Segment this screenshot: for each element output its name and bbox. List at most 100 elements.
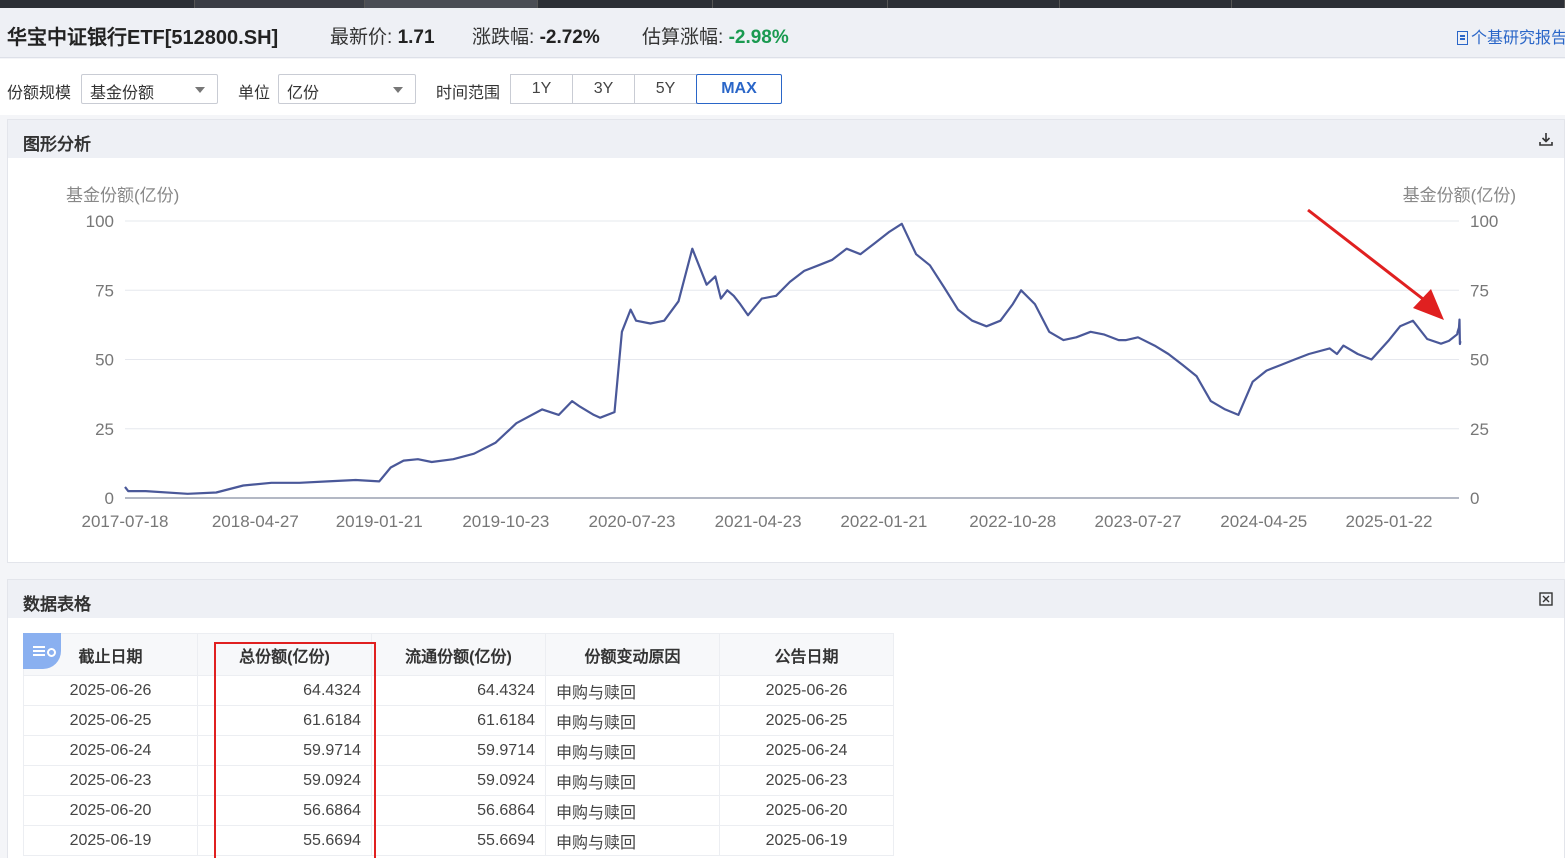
- fund-share-line-chart: 基金份额(亿份) 基金份额(亿份) 0 0 25 25 50 50 75 75 100 100 2…: [66, 186, 1516, 531]
- fund-research-report-link[interactable]: 个基研究报告: [1456, 24, 1565, 48]
- window-tab[interactable]: [538, 0, 713, 8]
- cell-announce-date: 2025-06-24: [719, 735, 894, 766]
- estimated-change: 估算涨幅: -2.98%: [642, 22, 789, 49]
- cell-float-shares: 56.6864: [371, 795, 546, 826]
- table-panel-title: 数据表格: [23, 595, 91, 614]
- cell-total-shares: 61.6184: [197, 705, 372, 736]
- x-tick-label: 2022-10-28: [969, 512, 1056, 531]
- cell-announce-date: 2025-06-25: [719, 705, 894, 736]
- cell-date: 2025-06-25: [23, 705, 198, 736]
- report-link-label: 个基研究报告: [1470, 30, 1565, 47]
- window-tab[interactable]: [888, 0, 1060, 8]
- cell-change-reason: 申购与赎回: [545, 795, 720, 826]
- cell-announce-date: 2025-06-20: [719, 795, 894, 826]
- chart-panel-header: 图形分析: [8, 120, 1564, 158]
- y-tick-label-left: 0: [105, 489, 114, 508]
- y-tick-label-left: 75: [95, 281, 114, 300]
- cell-date: 2025-06-24: [23, 735, 198, 766]
- column-header-float-shares[interactable]: 流通份额(亿份): [371, 633, 546, 676]
- y-tick-label-right: 50: [1470, 351, 1489, 370]
- table-row[interactable]: 2025-06-25 61.6184 61.6184 申购与赎回 2025-06-25: [23, 705, 894, 736]
- window-tab[interactable]: [1232, 0, 1565, 8]
- export-excel-icon[interactable]: [1538, 591, 1554, 607]
- cell-announce-date: 2025-06-26: [719, 675, 894, 706]
- y-axis-label-left: 基金份额(亿份): [66, 186, 179, 205]
- range-1y-button[interactable]: 1Y: [510, 74, 573, 104]
- cell-change-reason: 申购与赎回: [545, 675, 720, 706]
- table-panel: 数据表格 截止日期 总份额(亿份) 流通份额(亿份) 份额变动原因 公告日期 2…: [7, 579, 1565, 858]
- cell-float-shares: 59.9714: [371, 735, 546, 766]
- estimated-change-value: -2.98%: [728, 27, 789, 48]
- y-tick-label-right: 100: [1470, 212, 1498, 231]
- range-max-button[interactable]: MAX: [696, 74, 782, 104]
- table-row[interactable]: 2025-06-24 59.9714 59.9714 申购与赎回 2025-06-24: [23, 735, 894, 766]
- y-tick-label-left: 100: [86, 212, 114, 231]
- table-row[interactable]: 2025-06-19 55.6694 55.6694 申购与赎回 2025-06-19: [23, 825, 894, 856]
- cell-float-shares: 64.4324: [371, 675, 546, 706]
- x-tick-label: 2021-04-23: [715, 512, 802, 531]
- x-tick-label: 2023-07-27: [1095, 512, 1182, 531]
- window-tab-strip: [0, 0, 1565, 8]
- document-icon: [1456, 31, 1468, 45]
- cell-date: 2025-06-20: [23, 795, 198, 826]
- caret-down-icon: [393, 87, 403, 93]
- cell-date: 2025-06-26: [23, 675, 198, 706]
- scale-select[interactable]: 基金份额: [81, 74, 218, 104]
- series-line: [124, 222, 1462, 495]
- window-tab[interactable]: [0, 0, 195, 8]
- fund-title: 华宝中证银行ETF[512800.SH]: [7, 27, 279, 49]
- scale-select-value: 基金份额: [90, 85, 155, 102]
- cell-float-shares: 59.0924: [371, 765, 546, 796]
- price-change-value: -2.72%: [539, 27, 600, 48]
- table-row[interactable]: 2025-06-23 59.0924 59.0924 申购与赎回 2025-06-23: [23, 765, 894, 796]
- x-tick-label: 2017-07-18: [82, 512, 169, 531]
- price-change-label: 涨跌幅:: [472, 27, 535, 48]
- annotation-arrow: [1307, 208, 1444, 320]
- window-tab[interactable]: [195, 0, 365, 8]
- fund-share-table: 截止日期 总份额(亿份) 流通份额(亿份) 份额变动原因 公告日期 2025-0…: [23, 633, 894, 856]
- window-tab[interactable]: [1060, 0, 1232, 8]
- x-tick-label: 2024-04-25: [1220, 512, 1307, 531]
- x-tick-label: 2019-10-23: [462, 512, 549, 531]
- table-row[interactable]: 2025-06-26 64.4324 64.4324 申购与赎回 2025-06-26: [23, 675, 894, 706]
- fund-header: 华宝中证银行ETF[512800.SH] 最新价: 1.71 涨跌幅: -2.7…: [0, 8, 1565, 58]
- range-3y-button[interactable]: 3Y: [572, 74, 635, 104]
- unit-select[interactable]: 亿份: [278, 74, 416, 104]
- column-header-total-shares[interactable]: 总份额(亿份): [197, 633, 372, 676]
- cell-total-shares: 56.6864: [197, 795, 372, 826]
- cell-date: 2025-06-19: [23, 825, 198, 856]
- download-icon[interactable]: [1538, 131, 1554, 147]
- column-filter-icon[interactable]: [23, 633, 61, 669]
- x-tick-label: 2019-01-21: [336, 512, 423, 531]
- cell-date: 2025-06-23: [23, 765, 198, 796]
- y-tick-label-left: 25: [95, 420, 114, 439]
- y-tick-label-right: 75: [1470, 281, 1489, 300]
- time-range-group: 1Y 3Y 5Y MAX: [510, 74, 782, 104]
- x-tick-label: 2018-04-27: [212, 512, 299, 531]
- column-header-announce-date[interactable]: 公告日期: [719, 633, 894, 676]
- cell-change-reason: 申购与赎回: [545, 705, 720, 736]
- cell-float-shares: 55.6694: [371, 825, 546, 856]
- annotation-arrow-shaft: [1307, 208, 1433, 308]
- filter-controls: 份额规模 基金份额 单位 亿份 时间范围 1Y 3Y 5Y MAX: [0, 59, 1565, 115]
- cell-total-shares: 55.6694: [197, 825, 372, 856]
- unit-label: 单位: [238, 85, 271, 102]
- x-tick-label: 2022-01-21: [840, 512, 927, 531]
- x-tick-label: 2025-01-22: [1346, 512, 1433, 531]
- column-header-change-reason[interactable]: 份额变动原因: [545, 633, 720, 676]
- y-axis-label-right: 基金份额(亿份): [1403, 186, 1516, 205]
- cell-change-reason: 申购与赎回: [545, 735, 720, 766]
- window-tab[interactable]: [713, 0, 888, 8]
- cell-change-reason: 申购与赎回: [545, 825, 720, 856]
- range-5y-button[interactable]: 5Y: [634, 74, 697, 104]
- latest-price-label: 最新价:: [330, 27, 393, 48]
- caret-down-icon: [195, 87, 205, 93]
- window-tab[interactable]: [365, 0, 538, 8]
- cell-total-shares: 64.4324: [197, 675, 372, 706]
- cell-announce-date: 2025-06-23: [719, 765, 894, 796]
- cell-announce-date: 2025-06-19: [719, 825, 894, 856]
- time-range-label: 时间范围: [436, 85, 501, 102]
- x-tick-label: 2020-07-23: [588, 512, 675, 531]
- table-row[interactable]: 2025-06-20 56.6864 56.6864 申购与赎回 2025-06-20: [23, 795, 894, 826]
- y-tick-label-right: 25: [1470, 420, 1489, 439]
